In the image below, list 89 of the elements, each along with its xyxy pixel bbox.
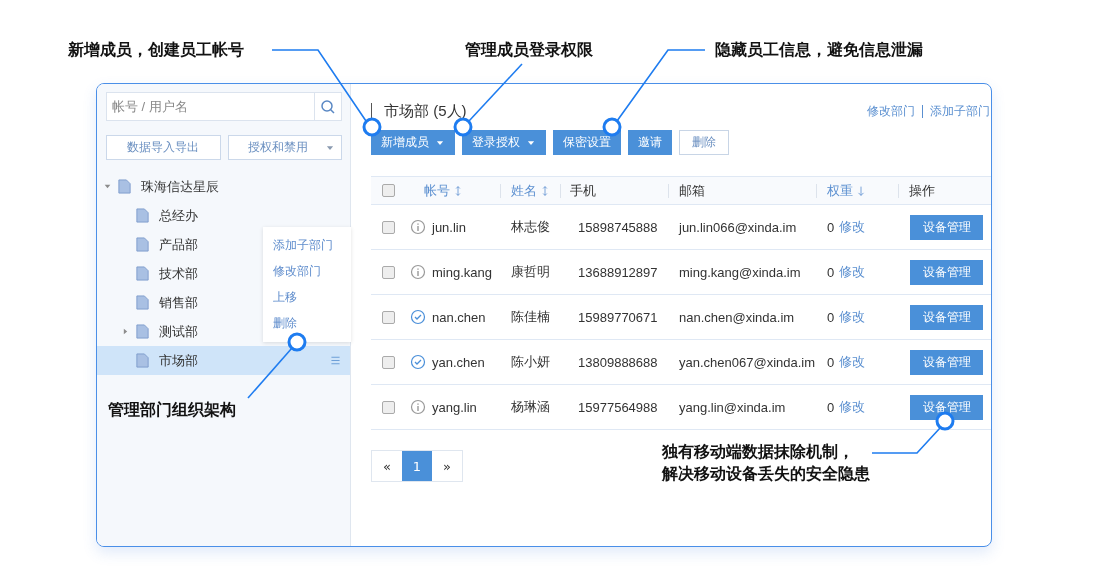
link[interactable]: 修改部门 [867, 102, 915, 120]
email-text: nan.chen@xinda.im [679, 309, 795, 325]
info-icon [410, 264, 426, 280]
email-text: yan.chen067@xinda.im [679, 354, 816, 370]
device-management-button[interactable]: 设备管理 [910, 349, 983, 375]
check-circle-icon [410, 354, 426, 370]
checkbox[interactable] [381, 355, 395, 369]
callout-text: 新增成员，创建员工帐号 [68, 40, 244, 60]
device-management-button[interactable]: 设备管理 [910, 394, 983, 420]
account-text: nan.chen [432, 309, 486, 325]
name-text: 陈小妍 [511, 353, 550, 371]
callout-text: 管理部门组织架构 [108, 400, 236, 420]
weight-text: 0 [827, 399, 835, 415]
email-text: jun.lin066@xinda.im [679, 219, 797, 235]
search-field[interactable]: 帐号 / 用户名 [106, 92, 314, 121]
sort-descending-icon [856, 184, 866, 197]
column-header: 手机 [560, 183, 668, 198]
checkbox[interactable] [381, 184, 395, 197]
phone-text: 13688912897 [578, 264, 658, 280]
sort-icon [540, 184, 550, 197]
toolbar-button[interactable]: 邀请 [628, 130, 672, 155]
search-button[interactable] [314, 92, 342, 121]
column-header[interactable]: 权重 [816, 183, 898, 198]
phone-text: 13809888688 [578, 354, 658, 370]
name-text: 康哲明 [511, 263, 550, 281]
folder-icon [135, 294, 150, 311]
account-text: jun.lin [432, 219, 466, 235]
menu-item[interactable]: 添加子部门 [273, 237, 351, 263]
search-icon [320, 98, 336, 115]
link[interactable]: 添加子部门 [930, 102, 990, 120]
name-text: 林志俊 [511, 218, 550, 236]
sidebar-button[interactable]: 授权和禁用 [227, 135, 342, 160]
edit-link[interactable]: 修改 [839, 308, 866, 326]
callout-text: 管理成员登录权限 [465, 40, 593, 60]
weight-text: 0 [827, 264, 835, 280]
toolbar-button[interactable]: 删除 [679, 130, 729, 155]
edit-link[interactable]: 修改 [839, 353, 866, 371]
menu-item[interactable]: 修改部门 [273, 263, 351, 289]
column-header: 邮箱 [668, 183, 816, 198]
checkbox[interactable] [381, 400, 395, 414]
callout-text: 解决移动设备丢失的安全隐患 [662, 464, 870, 484]
checkbox[interactable] [381, 310, 395, 324]
email-text: yang.lin@xinda.im [679, 399, 786, 415]
sidebar-button[interactable]: 数据导入导出 [106, 135, 221, 160]
info-icon [410, 399, 426, 415]
edit-link[interactable]: 修改 [839, 218, 866, 236]
toolbar-button[interactable]: 登录授权 [462, 130, 546, 155]
tree-item[interactable]: 珠海信达星辰 [97, 172, 350, 201]
menu-item[interactable]: 删除 [273, 315, 351, 341]
checkbox[interactable] [381, 220, 395, 234]
page-button[interactable]: 1 [402, 451, 432, 481]
device-management-button[interactable]: 设备管理 [910, 304, 983, 330]
folder-icon [117, 178, 132, 195]
phone-text: 15977564988 [578, 399, 658, 415]
weight-text: 0 [827, 309, 835, 325]
email-text: ming.kang@xinda.im [679, 264, 801, 280]
tree-item[interactable]: 市场部 [97, 346, 350, 375]
check-circle-icon [410, 309, 426, 325]
sort-icon [453, 184, 463, 197]
column-header: 操作 [898, 183, 991, 198]
info-icon [410, 219, 426, 235]
phone-text: 15989770671 [578, 309, 658, 325]
account-text: ming.kang [432, 264, 492, 280]
toolbar-button[interactable]: 新增成员 [371, 130, 455, 155]
folder-icon [135, 352, 150, 369]
toolbar-button[interactable]: 保密设置 [553, 130, 621, 155]
tree-item[interactable]: 总经办 [97, 201, 350, 230]
weight-text: 0 [827, 219, 835, 235]
folder-icon [135, 207, 150, 224]
folder-icon [135, 265, 150, 282]
column-header[interactable]: 姓名 [500, 183, 560, 198]
edit-link[interactable]: 修改 [839, 263, 866, 281]
phone-text: 15898745888 [578, 219, 658, 235]
account-text: yan.chen [432, 354, 485, 370]
folder-icon [135, 323, 150, 340]
folder-icon [135, 236, 150, 253]
account-text: yang.lin [432, 399, 477, 415]
callout-text: 隐藏员工信息，避免信息泄漏 [715, 40, 923, 60]
checkbox[interactable] [381, 265, 395, 279]
column-header[interactable]: 帐号 [405, 183, 500, 198]
weight-text: 0 [827, 354, 835, 370]
device-management-button[interactable]: 设备管理 [910, 259, 983, 285]
device-management-button[interactable]: 设备管理 [910, 214, 983, 240]
callout-text: 独有移动端数据抹除机制， [662, 442, 855, 462]
edit-link[interactable]: 修改 [839, 398, 866, 416]
menu-icon [329, 354, 342, 367]
name-text: 陈佳楠 [511, 308, 550, 326]
menu-item[interactable]: 上移 [273, 289, 351, 315]
name-text: 杨琳涵 [511, 398, 550, 416]
